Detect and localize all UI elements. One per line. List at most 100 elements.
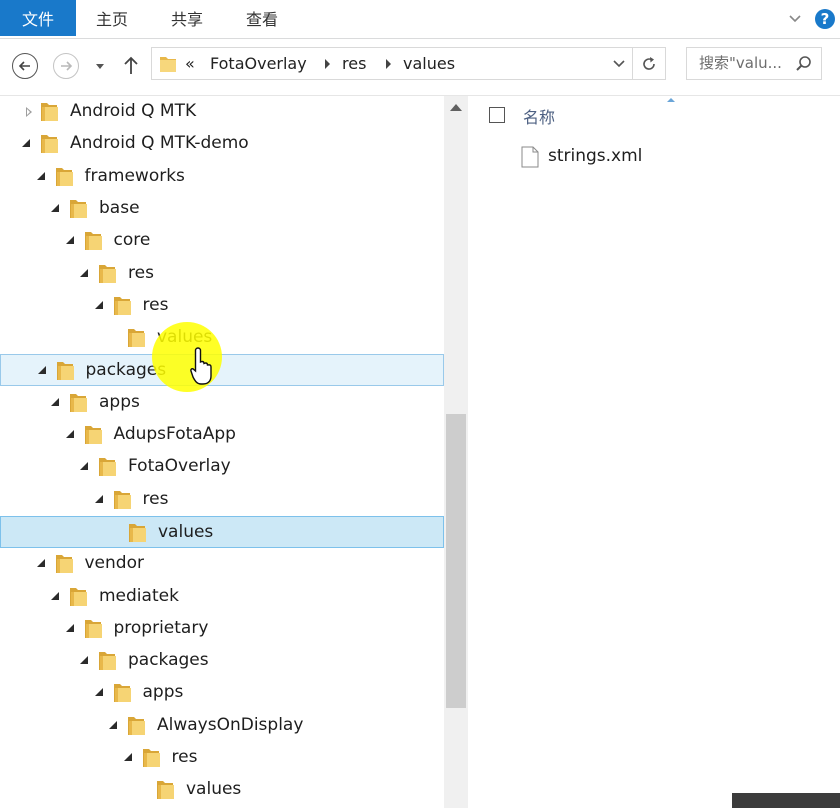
tree-item[interactable]: FotaOverlay xyxy=(0,451,444,483)
folder-icon xyxy=(83,424,103,446)
tree-item-label: values xyxy=(186,779,242,800)
up-arrow-icon[interactable] xyxy=(121,54,141,76)
folder-icon xyxy=(160,57,176,72)
breadcrumb-separator-icon[interactable] xyxy=(386,59,391,69)
folder-icon xyxy=(39,101,59,123)
expanded-arrow-icon[interactable] xyxy=(94,688,103,697)
folder-icon xyxy=(112,489,132,511)
tree-item[interactable]: AdupsFotaApp xyxy=(0,419,444,451)
tree-item[interactable]: mediatek xyxy=(0,581,444,613)
taskbar-fragment xyxy=(732,793,840,808)
tree-item[interactable]: apps xyxy=(0,677,444,709)
tree-item[interactable]: res xyxy=(0,290,444,322)
tree-item[interactable]: base xyxy=(0,193,444,225)
navigation-scrollbar[interactable] xyxy=(444,96,468,808)
folder-icon xyxy=(39,133,59,155)
folder-icon xyxy=(68,392,88,414)
expanded-arrow-icon[interactable] xyxy=(37,366,46,375)
tab-share[interactable]: 共享 xyxy=(171,0,203,38)
file-icon xyxy=(521,146,539,168)
tree-item[interactable]: frameworks xyxy=(0,161,444,193)
breadcrumb-values[interactable]: values xyxy=(403,48,455,79)
tab-view[interactable]: 查看 xyxy=(246,0,278,38)
recent-locations-chevron-icon[interactable] xyxy=(93,59,107,73)
folder-icon xyxy=(68,198,88,220)
tree-item[interactable]: Android Q MTK xyxy=(0,96,444,128)
scroll-up-arrow-icon[interactable] xyxy=(450,104,462,111)
tree-item[interactable]: apps xyxy=(0,387,444,419)
breadcrumb-fotaoverlay[interactable]: FotaOverlay xyxy=(210,48,307,79)
expanded-arrow-icon[interactable] xyxy=(94,300,103,309)
folder-icon xyxy=(112,295,132,317)
address-box[interactable]: « FotaOverlay res values xyxy=(151,47,633,80)
expanded-arrow-icon[interactable] xyxy=(36,559,45,568)
expanded-arrow-icon[interactable] xyxy=(51,397,59,406)
back-arrow-icon[interactable] xyxy=(12,53,38,79)
search-icon[interactable] xyxy=(795,55,813,73)
folder-icon xyxy=(83,230,103,252)
ribbon-expand-chevron-icon[interactable] xyxy=(786,10,804,28)
forward-arrow-icon[interactable] xyxy=(53,53,79,79)
expanded-arrow-icon[interactable] xyxy=(123,753,132,761)
column-header-name[interactable]: 名称 xyxy=(523,104,555,128)
tree-item[interactable]: res xyxy=(0,258,444,290)
tree-item[interactable]: vendor xyxy=(0,548,444,580)
scrollbar-thumb[interactable] xyxy=(446,414,466,708)
breadcrumb-separator-icon[interactable] xyxy=(325,59,330,69)
tree-item-label: apps xyxy=(142,682,184,703)
expanded-arrow-icon[interactable] xyxy=(65,236,74,245)
expanded-arrow-icon[interactable] xyxy=(51,203,59,212)
address-bar-row: « FotaOverlay res values 搜索"valu... xyxy=(0,39,840,96)
tree-item[interactable]: values xyxy=(0,774,444,806)
help-icon[interactable]: ? xyxy=(815,9,835,29)
folder-icon xyxy=(126,327,146,349)
tree-item-label: base xyxy=(99,197,140,218)
tree-item-label: Android Q MTK-demo xyxy=(70,133,249,154)
folder-icon xyxy=(68,586,88,608)
folder-icon xyxy=(55,360,75,382)
breadcrumb-res[interactable]: res xyxy=(342,48,366,79)
folder-icon xyxy=(54,166,74,188)
breadcrumb-overflow[interactable]: « xyxy=(185,48,195,79)
expanded-arrow-icon[interactable] xyxy=(65,623,74,632)
address-history-chevron-icon[interactable] xyxy=(612,58,626,70)
tree-item[interactable]: packages xyxy=(0,354,444,387)
search-input[interactable]: 搜索"valu... xyxy=(686,47,822,80)
expanded-arrow-icon[interactable] xyxy=(51,591,59,600)
folder-icon xyxy=(54,553,74,575)
expanded-arrow-icon[interactable] xyxy=(22,139,30,148)
expanded-arrow-icon[interactable] xyxy=(80,462,88,471)
file-name: strings.xml xyxy=(548,146,643,166)
expanded-arrow-icon[interactable] xyxy=(65,430,74,438)
tree-item[interactable]: Android Q MTK-demo xyxy=(0,128,444,160)
file-tab[interactable]: 文件 xyxy=(0,0,76,36)
collapsed-arrow-icon[interactable] xyxy=(26,107,32,117)
tree-item[interactable]: AlwaysOnDisplay xyxy=(0,710,444,742)
tree-item-label: mediatek xyxy=(99,585,179,606)
refresh-button[interactable] xyxy=(633,47,666,80)
tree-item[interactable]: packages xyxy=(0,645,444,677)
tree-item[interactable]: values xyxy=(0,322,444,354)
expanded-arrow-icon[interactable] xyxy=(109,720,117,729)
folder-icon xyxy=(97,263,117,285)
hand-cursor-icon xyxy=(190,347,212,385)
tree-item-label: res xyxy=(142,294,169,315)
tree-item[interactable]: res xyxy=(0,484,444,516)
tree-item-label: res xyxy=(171,747,198,767)
tree-item-label: frameworks xyxy=(84,165,185,186)
tree-item[interactable]: values xyxy=(0,515,444,548)
tree-item[interactable]: proprietary xyxy=(0,613,444,645)
tree-item[interactable]: res xyxy=(0,742,444,774)
tab-home[interactable]: 主页 xyxy=(96,0,128,38)
expanded-arrow-icon[interactable] xyxy=(80,268,88,277)
navigation-pane: Android Q MTK Android Q MTK-demo framework… xyxy=(0,96,468,808)
tree-item[interactable]: core xyxy=(0,225,444,257)
tree-item-label: AlwaysOnDisplay xyxy=(157,714,304,735)
expanded-arrow-icon[interactable] xyxy=(80,656,88,665)
expanded-arrow-icon[interactable] xyxy=(36,171,45,180)
expanded-arrow-icon[interactable] xyxy=(94,494,103,503)
tree-item-label: AdupsFotaApp xyxy=(113,424,236,444)
sort-indicator-icon xyxy=(667,98,675,102)
folder-icon xyxy=(155,779,175,801)
select-all-checkbox[interactable] xyxy=(489,107,505,123)
